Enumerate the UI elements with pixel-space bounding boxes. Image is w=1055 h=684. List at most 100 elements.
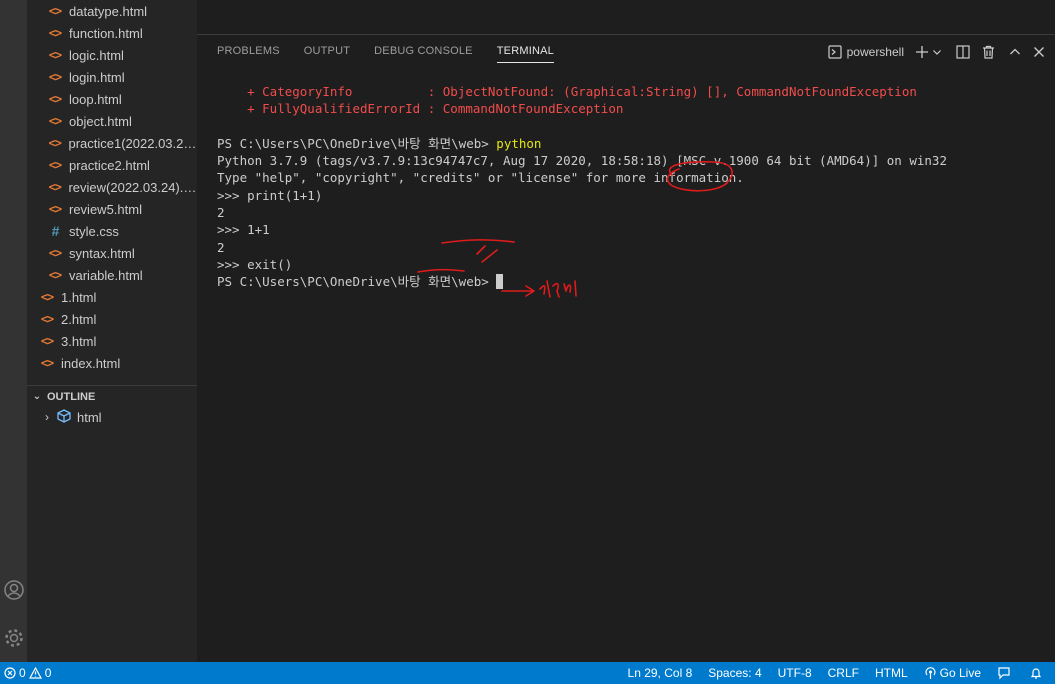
file-name: style.css (69, 223, 119, 239)
python-banner-line: Python 3.7.9 (tags/v3.7.9:13c94747c7, Au… (217, 153, 947, 169)
launch-profile-dropdown[interactable] (932, 47, 942, 57)
file-item[interactable]: <> loop.html (27, 88, 197, 110)
broadcast-icon (925, 666, 936, 679)
editor-area[interactable] (197, 0, 1055, 34)
terminal-command: python (496, 135, 542, 151)
html-file-icon: <> (48, 26, 62, 40)
panel-tabs: PROBLEMS OUTPUT DEBUG CONSOLE TERMINAL (217, 43, 578, 63)
file-item[interactable]: <> variable.html (27, 264, 197, 286)
html-file-icon: <> (48, 70, 62, 84)
go-live-label: Go Live (939, 666, 981, 680)
file-name: review(2022.03.24).h... (68, 179, 197, 195)
file-item[interactable]: <> syntax.html (27, 242, 197, 264)
file-item[interactable]: <> practice1(2022.03.23... (27, 132, 198, 154)
file-name: practice2.html (69, 157, 150, 173)
chevron-right-icon: › (45, 410, 49, 424)
file-item[interactable]: <> datatype.html (27, 0, 197, 22)
trash-icon (983, 45, 994, 59)
chevron-up-icon (1010, 48, 1020, 55)
file-name: loop.html (69, 91, 122, 107)
outline-item-html[interactable]: › html (27, 406, 197, 428)
tab-debug-console[interactable]: DEBUG CONSOLE (374, 43, 473, 63)
file-item[interactable]: <> function.html (27, 22, 197, 44)
go-live-button[interactable]: Go Live (924, 666, 981, 680)
error-count: 0 (19, 666, 26, 680)
repl-output-line: 2 (217, 239, 225, 255)
outline-title: OUTLINE (47, 390, 96, 403)
file-item[interactable]: <> index.html (27, 352, 197, 374)
terminal-prompt: PS C:\Users\PC\OneDrive\바탕 화면\web> (217, 135, 497, 151)
terminal-output[interactable]: + CategoryInfo : ObjectNotFound: (Graphi… (217, 83, 947, 291)
css-file-icon: # (51, 223, 60, 239)
close-panel-button[interactable] (1033, 46, 1045, 58)
cursor-position[interactable]: Ln 29, Col 8 (628, 666, 693, 680)
feedback-button[interactable] (997, 666, 1014, 680)
file-item[interactable]: <> logic.html (27, 44, 197, 66)
file-name: 1.html (61, 289, 97, 305)
warning-icon (28, 667, 42, 679)
file-name: datatype.html (69, 3, 148, 19)
tab-terminal[interactable]: TERMINAL (496, 43, 554, 63)
maximize-panel-button[interactable] (1009, 46, 1021, 58)
file-item[interactable]: <> 2.html (27, 308, 197, 330)
close-icon (1034, 47, 1044, 57)
notifications-button[interactable] (1030, 667, 1045, 680)
file-name: 2.html (61, 311, 97, 327)
indentation-setting[interactable]: Spaces: 4 (708, 666, 761, 680)
html-file-icon: <> (48, 158, 62, 172)
file-item[interactable]: # style.css (27, 220, 197, 242)
file-name: object.html (69, 113, 132, 129)
symbol-module-icon (57, 408, 71, 426)
html-file-icon: <> (48, 92, 62, 106)
encoding-setting[interactable]: UTF-8 (778, 666, 812, 680)
file-name: function.html (69, 25, 143, 41)
file-item[interactable]: <> login.html (27, 66, 197, 88)
repl-output-line: 2 (217, 205, 225, 221)
error-icon (4, 667, 16, 679)
eol-setting[interactable]: CRLF (828, 666, 859, 680)
error-line: + CategoryInfo : ObjectNotFound: (Graphi… (217, 84, 917, 99)
html-file-icon: <> (48, 268, 62, 282)
file-item[interactable]: <> review5.html (27, 198, 197, 220)
file-item[interactable]: <> object.html (27, 110, 197, 132)
file-name: review5.html (69, 201, 142, 217)
warning-count: 0 (44, 666, 52, 680)
file-name: index.html (61, 355, 121, 371)
terminal-panel: PROBLEMS OUTPUT DEBUG CONSOLE TERMINAL p… (197, 34, 1055, 662)
html-file-icon: <> (48, 202, 62, 216)
shell-name: powershell (846, 45, 904, 59)
panel-actions: powershell (819, 41, 1045, 63)
file-item[interactable]: <> 1.html (27, 286, 197, 308)
outline-section-header[interactable]: ⌄ OUTLINE (27, 385, 197, 407)
bell-icon (1030, 667, 1042, 679)
tab-output[interactable]: OUTPUT (304, 43, 350, 63)
html-file-icon: <> (48, 48, 62, 62)
new-terminal-button[interactable] (915, 45, 929, 59)
language-mode[interactable]: HTML (875, 666, 908, 680)
terminal-selector[interactable]: powershell (828, 45, 904, 59)
terminal-prompt: PS C:\Users\PC\OneDrive\바탕 화면\web> (217, 274, 497, 290)
settings-gear-icon[interactable] (0, 622, 27, 654)
html-file-icon: <> (40, 334, 54, 348)
html-file-icon: <> (48, 180, 62, 194)
file-name: 3.html (61, 333, 97, 349)
feedback-icon (998, 666, 1010, 679)
file-item[interactable]: <> review(2022.03.24).h... (27, 176, 198, 198)
file-item[interactable]: <> practice2.html (27, 154, 197, 176)
chevron-down-icon (933, 50, 941, 55)
split-terminal-button[interactable] (956, 45, 970, 59)
kill-terminal-button[interactable] (982, 45, 995, 59)
file-item[interactable]: <> 3.html (27, 330, 197, 352)
status-right-group: Ln 29, Col 8 Spaces: 4 UTF-8 CRLF HTML G… (628, 662, 1055, 684)
html-file-icon: <> (40, 290, 54, 304)
error-line: + FullyQualifiedErrorId : CommandNotFoun… (217, 101, 624, 117)
html-file-icon: <> (48, 246, 62, 260)
chevron-down-icon: ⌄ (32, 391, 42, 402)
status-problems[interactable]: 0 0 (0, 666, 51, 680)
split-icon (956, 45, 970, 59)
file-name: syntax.html (69, 245, 135, 261)
accounts-icon[interactable] (0, 574, 27, 606)
tab-problems[interactable]: PROBLEMS (217, 43, 280, 63)
file-name: variable.html (69, 267, 143, 283)
terminal-icon (828, 45, 842, 59)
